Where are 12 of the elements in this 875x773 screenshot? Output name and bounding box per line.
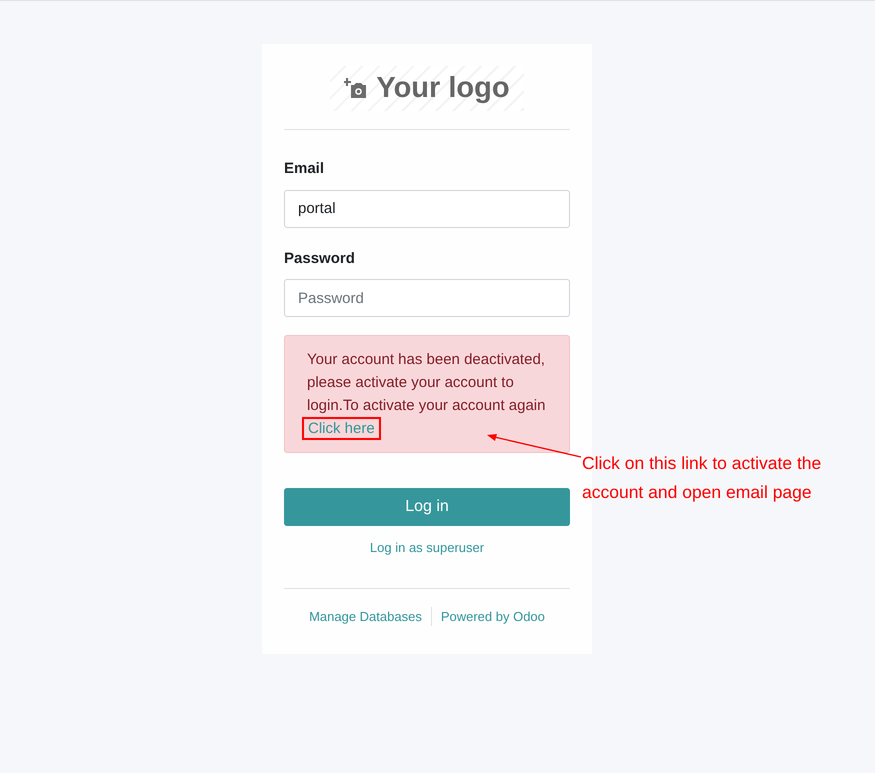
login-button[interactable]: Log in [284, 488, 570, 526]
logo-text: Your logo [376, 74, 510, 103]
footer-link[interactable]: Powered by Odoo [430, 606, 545, 626]
input-field[interactable]: portal [284, 190, 570, 228]
footer-link[interactable]: Manage Databases [309, 606, 431, 626]
superuser-link[interactable]: Log in as superuser [370, 538, 484, 558]
input-field[interactable]: Password [284, 279, 570, 317]
click-here-link[interactable]: Click here [302, 417, 381, 440]
annotation-text: Click on this link to activate the account and open email page [582, 452, 822, 504]
camera-icon [344, 78, 368, 100]
field-label: Email [284, 159, 326, 179]
field-label: Password [284, 248, 356, 268]
